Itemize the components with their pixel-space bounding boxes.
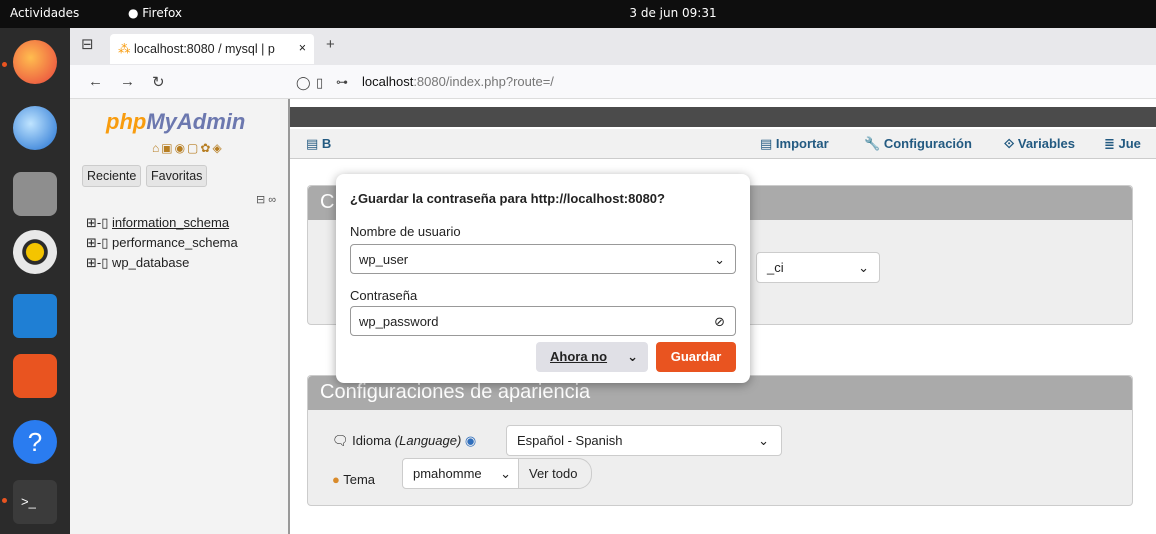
not-now-button[interactable]: Ahora no ⌄ xyxy=(536,342,648,372)
language-select[interactable]: Español - Spanish ⌄ xyxy=(506,425,782,456)
language-value: Español - Spanish xyxy=(517,433,623,448)
theme-select[interactable]: pmahomme ⌄ xyxy=(402,458,520,489)
db-name[interactable]: performance_schema xyxy=(112,235,238,250)
tab-list-icon[interactable]: ⊟ xyxy=(81,35,94,53)
favorites-button[interactable]: Favoritas xyxy=(146,165,208,187)
forward-icon[interactable]: → xyxy=(120,73,135,90)
firefox-window: ⊟ ⁂ localhost:8080 / mysql | p × + ← → ↻… xyxy=(70,28,1156,534)
reload-icon[interactable]: ↻ xyxy=(152,73,165,91)
terminal-icon[interactable]: >_ xyxy=(13,480,57,524)
language-sublabel: (Language) xyxy=(394,433,462,448)
thunderbird-icon[interactable] xyxy=(13,106,57,150)
quick-icons: ⌂▣◉▢✿◈ xyxy=(152,141,224,155)
username-value: wp_user xyxy=(359,252,409,267)
language-label: Idioma xyxy=(352,433,392,448)
page-icon[interactable]: ▯ xyxy=(316,75,323,91)
collation-value: _ci xyxy=(767,260,784,275)
url-path: :8080/index.php?route=/ xyxy=(413,74,554,89)
menu-item-variables[interactable]: ⟐ Variables xyxy=(1004,136,1075,152)
system-top-bar: Actividades ● Firefox 3 de jun 09:31 xyxy=(0,0,1156,28)
theme-value: pmahomme xyxy=(413,466,482,481)
password-field[interactable]: wp_password ⊘ xyxy=(350,306,736,336)
url-host: localhost xyxy=(362,74,414,89)
menu-label: Configuración xyxy=(883,136,972,151)
menu-item-charsets[interactable]: ≣ Jue xyxy=(1104,136,1141,152)
dock: ? >_ xyxy=(0,28,70,534)
running-indicator xyxy=(2,62,7,67)
key-icon[interactable]: ⊶ xyxy=(336,75,348,89)
menu-item-settings[interactable]: 🔧 Configuración xyxy=(864,136,972,152)
chevron-down-icon: ⌄ xyxy=(758,433,769,448)
collation-select[interactable]: _ci ⌄ xyxy=(756,252,880,283)
running-indicator xyxy=(2,498,7,503)
files-icon[interactable] xyxy=(13,172,57,216)
pma-favicon: ⁂ xyxy=(118,42,131,56)
menu-label: Jue xyxy=(1118,136,1141,151)
username-label: Nombre de usuario xyxy=(350,224,461,239)
save-password-popup: ¿Guardar la contraseña para http://local… xyxy=(336,174,750,383)
appearance-panel: Configuraciones de apariencia 🗨 Idioma (… xyxy=(307,375,1133,506)
tab-bar: ⊟ ⁂ localhost:8080 / mysql | p × + xyxy=(70,28,1156,65)
db-item[interactable]: ⊞-▯ wp_database xyxy=(86,255,189,271)
logo-myadmin: MyAdmin xyxy=(146,109,246,134)
software-icon[interactable] xyxy=(13,354,57,398)
db-item[interactable]: ⊞-▯ performance_schema xyxy=(86,235,238,251)
writer-icon[interactable] xyxy=(13,294,57,338)
rhythmbox-icon[interactable] xyxy=(13,230,57,274)
language-row: 🗨 Idioma (Language) ◉ xyxy=(332,433,476,449)
pma-navigation: phpMyAdmin ⌂▣◉▢✿◈ Reciente Favoritas ⊟ ∞… xyxy=(70,99,290,534)
help-icon[interactable]: ◉ xyxy=(465,433,476,448)
pma-logo[interactable]: phpMyAdmin xyxy=(106,109,245,135)
theme-label: Tema xyxy=(343,472,376,487)
save-button[interactable]: Guardar xyxy=(656,342,736,372)
tracking-shield-icon[interactable]: ◯ xyxy=(296,75,311,91)
db-name[interactable]: wp_database xyxy=(112,255,189,270)
password-value: wp_password xyxy=(359,314,439,329)
theme-row: ● Tema xyxy=(332,472,375,487)
page-content: phpMyAdmin ⌂▣◉▢✿◈ Reciente Favoritas ⊟ ∞… xyxy=(70,99,1156,534)
recent-button[interactable]: Reciente xyxy=(82,165,142,187)
tab-phpmyadmin[interactable]: ⁂ localhost:8080 / mysql | p × xyxy=(110,34,314,64)
new-tab-icon[interactable]: + xyxy=(326,36,335,53)
not-now-label: Ahora no xyxy=(550,349,608,364)
password-label: Contraseña xyxy=(350,288,418,303)
menu-item-import[interactable]: ▤ Importar xyxy=(760,136,829,152)
username-field[interactable]: wp_user ⌄ xyxy=(350,244,736,274)
chevron-down-icon: ⌄ xyxy=(500,466,511,481)
menu-item-b[interactable]: ▤ B xyxy=(306,136,331,152)
menu-label: B xyxy=(321,136,332,151)
palette-icon: ● xyxy=(332,472,340,487)
top-menu: ▤ B ▤ Importar 🔧 Configuración ⟐ Variabl… xyxy=(290,129,1156,159)
db-name[interactable]: information_schema xyxy=(112,215,229,230)
language-icon: 🗨 xyxy=(332,433,349,448)
chevron-down-icon: ⌄ xyxy=(858,260,869,275)
server-bar xyxy=(290,107,1156,127)
firefox-icon[interactable] xyxy=(13,40,57,84)
help-icon[interactable]: ? xyxy=(13,420,57,464)
collapse-all-icon[interactable]: ⊟ ∞ xyxy=(256,193,276,206)
clock[interactable]: 3 de jun 09:31 xyxy=(629,6,716,20)
nav-bar: ← → ↻ ◯ ▯ ⊶ localhost:8080/index.php?rou… xyxy=(70,65,1156,99)
tab-title: localhost:8080 / mysql | p xyxy=(133,42,275,56)
back-icon[interactable]: ← xyxy=(88,73,103,90)
popup-title: ¿Guardar la contraseña para http://local… xyxy=(350,191,665,206)
chevron-down-icon[interactable]: ⌄ xyxy=(714,252,725,268)
close-tab-icon[interactable]: × xyxy=(299,41,306,55)
menu-label: Importar xyxy=(775,136,829,151)
chevron-down-icon[interactable]: ⌄ xyxy=(627,349,638,365)
eye-slash-icon[interactable]: ⊘ xyxy=(714,314,725,330)
menu-label: Variables xyxy=(1017,136,1075,151)
view-all-button[interactable]: Ver todo xyxy=(518,458,592,489)
db-item[interactable]: ⊞-▯ information_schema xyxy=(86,215,229,231)
url-bar[interactable]: localhost:8080/index.php?route=/ xyxy=(362,74,554,89)
logo-php: php xyxy=(106,109,147,134)
